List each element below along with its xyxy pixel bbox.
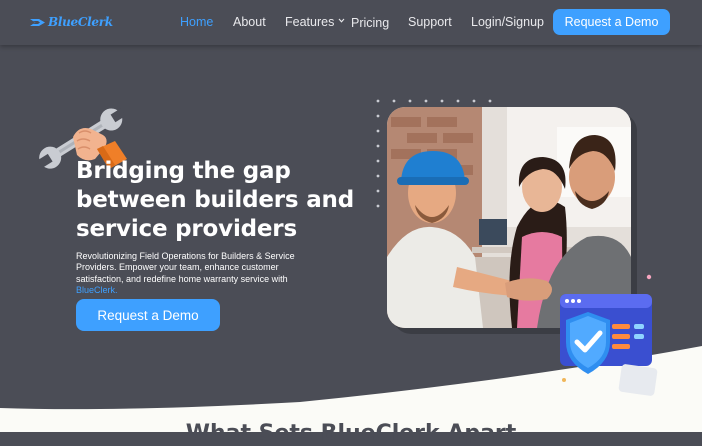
nav-link-features[interactable]: Features xyxy=(285,15,334,29)
hero-title-line: service providers xyxy=(76,216,297,242)
logo-mark-icon xyxy=(30,18,45,26)
nav-link-support[interactable]: Support xyxy=(408,15,452,29)
nav-link-login-signup[interactable]: Login/Signup xyxy=(471,15,544,29)
nav-link-about[interactable]: About xyxy=(233,15,266,29)
sparkle-dot-decoration xyxy=(646,274,652,280)
hero-description: Revolutionizing Field Operations for Bui… xyxy=(76,251,321,297)
hero-title: Bridging the gap between builders and se… xyxy=(76,157,366,244)
logo[interactable]: BlueClerk xyxy=(29,14,113,30)
hero-title-line: Bridging the gap xyxy=(76,158,291,184)
shield-check-icon xyxy=(560,294,658,396)
top-navbar: BlueClerk Home About Features Pricing Su… xyxy=(0,0,702,45)
request-demo-button-nav[interactable]: Request a Demo xyxy=(553,9,670,35)
request-demo-button-hero[interactable]: Request a Demo xyxy=(76,299,220,331)
section-title: What Sets BlueClerk Apart xyxy=(185,421,517,446)
hero-description-brand-link[interactable]: BlueClerk. xyxy=(76,285,118,295)
hero-title-line: between builders and xyxy=(76,187,354,213)
nav-link-home[interactable]: Home xyxy=(180,15,213,29)
nav-link-pricing[interactable]: Pricing xyxy=(351,16,389,30)
chevron-down-icon[interactable] xyxy=(338,17,345,24)
logo-text: BlueClerk xyxy=(48,15,113,29)
hero-description-text: Revolutionizing Field Operations for Bui… xyxy=(76,251,295,284)
